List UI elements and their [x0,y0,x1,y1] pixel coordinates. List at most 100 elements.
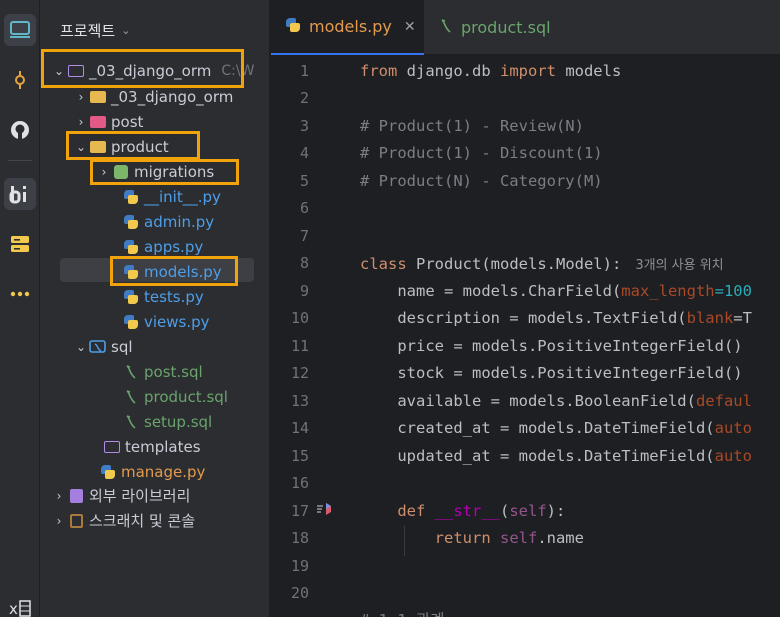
tree-item-label: post [111,112,144,131]
tree-item-admin-py[interactable]: admin.py [121,209,214,234]
tree-item-label: views.py [144,312,210,331]
tree-item-label: admin.py [144,212,215,231]
line-number: 6 [299,199,309,217]
project-panel-title: 프로젝트 [60,22,116,40]
code-line-4: # Product(1) - Discount(1) [360,144,603,162]
github-icon [11,121,29,139]
more-tools-button[interactable] [4,278,36,310]
django-tool-button[interactable] [4,178,36,210]
tree-item-product-sql[interactable]: product.sql [121,384,228,409]
tab-label: models.py [309,17,392,36]
tree-item-label: 외부 라이브러리 [89,487,191,505]
python-file-icon [121,239,141,255]
python-file-icon [121,314,141,330]
tree-item-label: manage.py [121,462,206,481]
tree-item-label: product.sql [144,387,228,406]
toolbar-separator [8,160,32,161]
excel-tool-button[interactable]: x [4,592,36,617]
database-tool-button[interactable] [4,228,36,260]
library-icon [66,488,86,504]
tab-product-sql[interactable]: product.sql [431,0,571,55]
tree-item-sql[interactable]: ⌄ sql [74,334,133,359]
project-panel-header[interactable]: 프로젝트 ⌄ [60,20,130,41]
server-icon [11,236,29,252]
commit-tool-button[interactable] [4,64,36,96]
tree-item-label: sql [111,337,133,356]
chevron-down-icon: ⌄ [75,339,87,354]
django-icon [9,186,26,204]
code-editor[interactable]: 1 2 3 4 5 6 7 8 9 10 11 12 13 14 15 16 1… [271,56,780,617]
folder-icon [88,114,108,130]
editor-tab-bar: models.py ✕ product.sql [271,0,780,55]
tree-item-templates[interactable]: templates [88,434,201,459]
close-icon[interactable]: ✕ [404,19,416,35]
line-number: 4 [299,144,309,162]
tree-item-label: templates [125,437,201,456]
tree-item-tests-py[interactable]: tests.py [121,284,204,309]
tree-item-label: 스크래치 및 콘솔 [89,512,196,530]
chevron-right-icon: › [56,513,62,528]
usages-hint[interactable]: 3개의 사용 위치 [635,258,723,273]
line-number: 19 [290,557,309,575]
override-gutter-icon[interactable] [316,502,334,518]
line-number: 10 [290,309,309,327]
sql-file-icon [121,364,141,380]
sql-file-icon [121,389,141,405]
chevron-right-icon: › [78,89,84,104]
chevron-down-icon: ⌄ [121,24,131,37]
line-number: 3 [299,117,309,135]
console-icon [66,513,86,529]
excel-icon: x [9,600,31,617]
line-number: 5 [299,172,309,190]
line-number: 8 [299,254,309,272]
project-panel: 프로젝트 ⌄ ⌄ _03_django_orm C:\W › _03_djang… [40,0,270,617]
tree-item-label: post.sql [144,362,203,381]
code-line-21: # 1:1 관계 [360,608,445,617]
code-line-8: class Product(models.Model): 3개의 사용 위치 [360,255,724,273]
highlight-box-migrations [90,159,239,185]
code-line-13: available = models.BooleanField(defaul [360,392,752,410]
line-number: 14 [290,419,309,437]
line-number: 17 [290,502,309,520]
code-line-3: # Product(1) - Review(N) [360,117,584,135]
tree-item-init-py[interactable]: __init__.py [121,184,221,209]
code-line-11: price = models.PositiveIntegerField() [360,337,743,355]
code-line-1: from django.db import models [360,62,622,80]
code-line-5: # Product(N) - Category(M) [360,172,603,190]
tree-item-views-py[interactable]: views.py [121,309,210,334]
tree-item-external-libraries[interactable]: › 외부 라이브러리 [52,483,191,508]
project-tool-button[interactable] [4,14,36,46]
more-icon [10,291,30,297]
line-number: 20 [290,584,309,602]
tree-item-setup-sql[interactable]: setup.sql [121,409,212,434]
tree-item-manage-py[interactable]: manage.py [98,459,205,484]
chevron-right-icon: › [78,114,84,129]
code-line-15: updated_at = models.DateTimeField(auto [360,447,752,465]
folder-icon [102,439,122,455]
python-file-icon [285,17,301,37]
code-line-17: def __str__(self): [360,502,566,520]
folder-icon [88,89,108,105]
line-number: 2 [299,89,309,107]
python-file-icon [121,189,141,205]
tree-item-label: setup.sql [144,412,213,431]
tree-item-label: _03_django_orm [111,87,234,106]
tab-models-py[interactable]: models.py ✕ [271,0,424,55]
line-number: 1 [299,62,309,80]
github-tool-button[interactable] [4,114,36,146]
code-line-9: name = models.CharField(max_length=100 [360,282,752,300]
line-number-gutter: 1 2 3 4 5 6 7 8 9 10 11 12 13 14 15 16 1… [271,56,331,617]
line-number: 16 [290,474,309,492]
line-number: 13 [290,392,309,410]
tree-item-label: tests.py [144,287,204,306]
svg-text:x: x [9,600,18,617]
code-line-10: description = models.TextField(blank=T [360,309,752,327]
tree-item-scratches[interactable]: › 스크래치 및 콘솔 [52,508,196,533]
sql-file-icon [121,414,141,430]
line-number: 9 [299,282,309,300]
code-line-12: stock = models.PositiveIntegerField() [360,364,743,382]
highlight-box-models [110,256,238,286]
highlight-box-root [41,49,244,88]
monitor-icon [10,21,30,38]
tree-item-post-sql[interactable]: post.sql [121,359,203,384]
